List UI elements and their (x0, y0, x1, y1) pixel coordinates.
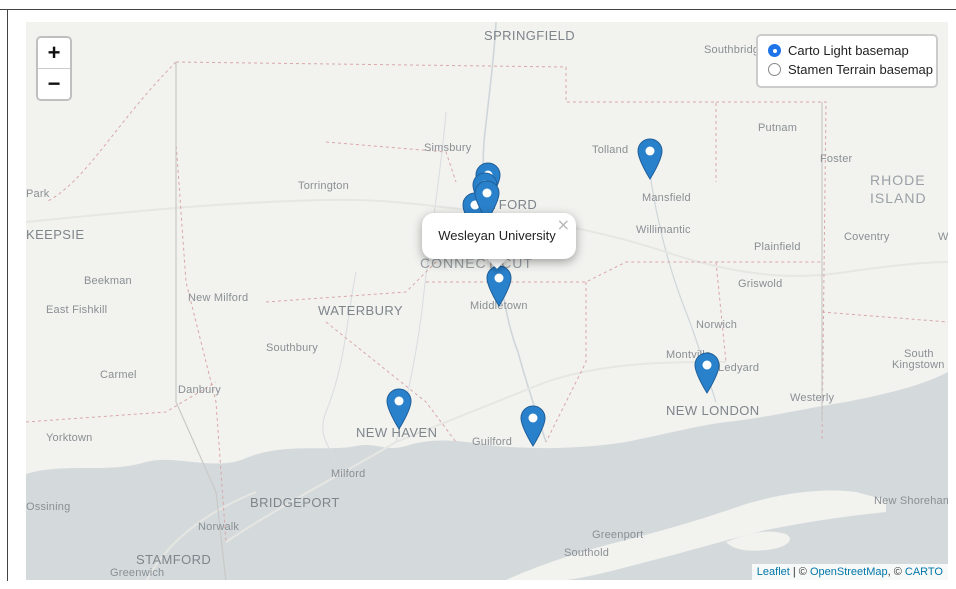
place-label: Torrington (298, 180, 349, 192)
place-label: ISLAND (870, 190, 927, 206)
place-label: Ossining (26, 501, 71, 513)
place-label: Yorktown (46, 432, 93, 444)
place-label: Southbury (266, 342, 318, 354)
layer-option-stamen[interactable]: Stamen Terrain basemap (768, 62, 933, 77)
place-label: WATERBURY (318, 303, 403, 318)
place-label: RHODE (870, 172, 926, 188)
attribution-separator: , © (887, 566, 905, 578)
osm-link[interactable]: OpenStreetMap (810, 566, 888, 578)
place-label: Tolland (592, 144, 629, 156)
place-label: SPRINGFIELD (484, 28, 576, 43)
place-label: NEW LONDON (666, 403, 760, 418)
place-label: Guilford (472, 436, 513, 448)
layer-label: Carto Light basemap (788, 43, 909, 58)
place-label: Park (26, 188, 50, 200)
radio-selected-icon[interactable] (768, 44, 781, 57)
place-label: Kingstown (892, 359, 945, 371)
place-label: Greenport (592, 529, 644, 541)
place-label: Beekman (84, 275, 132, 287)
place-label: Milford (331, 468, 366, 480)
zoom-in-button[interactable]: + (38, 38, 70, 68)
zoom-control: + − (36, 36, 72, 101)
place-label: STAMFORD (136, 552, 212, 567)
map-marker-icon[interactable] (520, 405, 546, 447)
place-label: New Shoreham (874, 495, 948, 507)
place-label: Carmel (100, 369, 137, 381)
place-label: Norwich (696, 319, 738, 331)
place-label: BRIDGEPORT (250, 495, 340, 510)
map-marker-icon[interactable] (694, 352, 720, 394)
place-label: Southold (564, 547, 610, 559)
map-marker-icon[interactable] (386, 388, 412, 430)
map-frame: SPRINGFIELD Southbridge Putnam Foster RH… (0, 0, 956, 589)
map-marker-icon[interactable] (486, 265, 512, 307)
place-label: Norwalk (198, 521, 240, 533)
place-label: East Fishkill (46, 304, 108, 316)
map-marker-icon[interactable] (637, 138, 663, 180)
place-label: Danbury (178, 384, 221, 396)
place-label: Griswold (738, 278, 783, 290)
radio-unselected-icon[interactable] (768, 63, 781, 76)
layer-option-carto[interactable]: Carto Light basemap (768, 43, 909, 58)
carto-link[interactable]: CARTO (905, 566, 943, 578)
place-label: Westerly (790, 392, 835, 404)
place-label: W (938, 231, 948, 243)
zoom-out-button[interactable]: − (38, 68, 70, 99)
attribution-separator: | © (789, 566, 810, 578)
close-icon[interactable]: × (557, 215, 570, 234)
marker-popup: Wesleyan University × (422, 213, 576, 259)
place-label: Greenwich (110, 567, 165, 579)
place-label: Mansfield (642, 192, 691, 204)
place-label: Willimantic (636, 224, 691, 236)
place-label: Putnam (758, 122, 798, 134)
place-label: Simsbury (424, 142, 472, 154)
place-label: KEEPSIE (26, 227, 85, 242)
attribution: Leaflet | © OpenStreetMap, © CARTO (751, 564, 948, 580)
layer-label: Stamen Terrain basemap (788, 62, 934, 77)
place-label: Ledyard (718, 362, 760, 374)
place-label: New Milford (188, 292, 249, 304)
left-divider (7, 9, 8, 581)
top-divider (0, 9, 956, 10)
place-label: Plainfield (754, 241, 801, 253)
place-label: Foster (820, 153, 853, 165)
leaflet-link[interactable]: Leaflet (757, 566, 790, 578)
popup-text: Wesleyan University (438, 228, 556, 243)
map-canvas[interactable]: SPRINGFIELD Southbridge Putnam Foster RH… (26, 22, 948, 580)
layer-control: Carto Light basemap Stamen Terrain basem… (756, 34, 938, 88)
place-label: Coventry (844, 231, 890, 243)
